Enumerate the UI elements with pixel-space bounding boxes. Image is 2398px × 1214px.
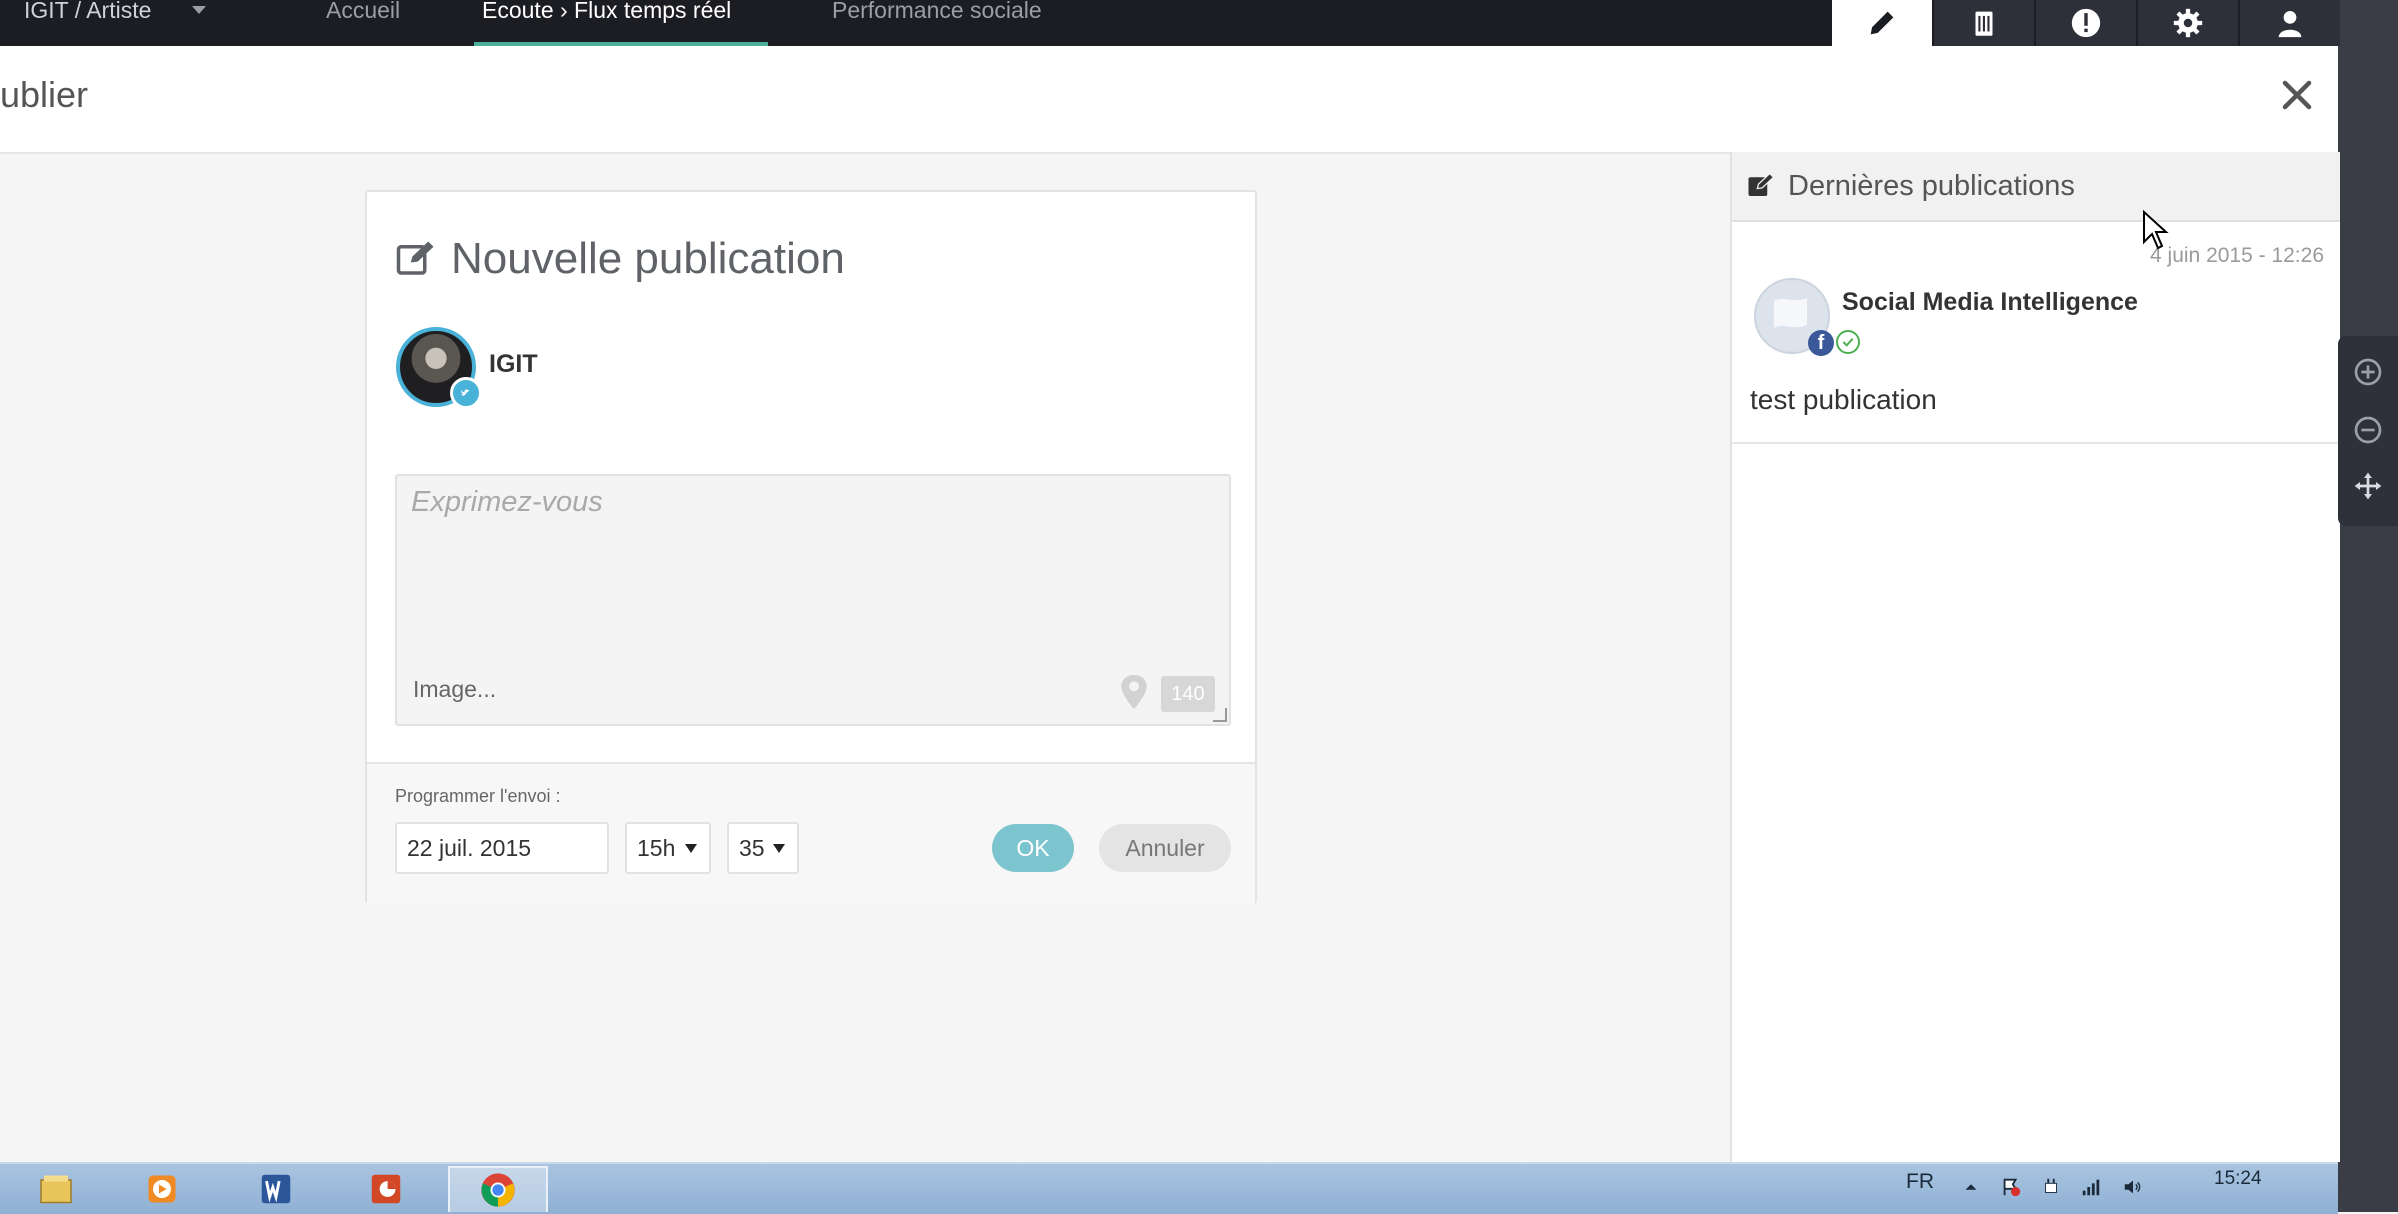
facebook-icon: f: [1808, 330, 1834, 356]
recent-publications-panel: Dernières publications 4 juin 2015 - 12:…: [1730, 152, 2340, 1162]
clock-time[interactable]: 15:24: [2214, 1168, 2262, 1190]
clipboard-icon: [1975, 11, 1993, 36]
alerts-button[interactable]: [2036, 0, 2136, 46]
taskbar: FR 15:24: [0, 1162, 2338, 1214]
publication-date: 4 juin 2015 - 12:26: [2150, 244, 2324, 267]
card-title-text: Nouvelle publication: [451, 234, 845, 283]
minute-value: 35: [739, 834, 765, 861]
gear-icon: [2173, 8, 2203, 38]
panel-header: Dernières publications: [1732, 152, 2340, 222]
character-counter: 140: [1161, 676, 1215, 712]
edit-icon: [396, 241, 434, 275]
taskbar-file-explorer[interactable]: [6, 1166, 106, 1212]
card-title: Nouvelle publication: [395, 234, 845, 284]
avatar[interactable]: [396, 327, 482, 409]
language-indicator[interactable]: FR: [1906, 1170, 1934, 1194]
nav-item-label: Accueil: [326, 0, 401, 23]
profile-button[interactable]: [2240, 0, 2340, 46]
dropdown-arrow-icon: [685, 844, 697, 853]
map-controls: [2338, 336, 2398, 526]
page-name: Social Media Intelligence: [1842, 288, 2138, 316]
dropdown-arrow-icon: [773, 844, 785, 853]
chevron-down-icon[interactable]: [192, 6, 206, 14]
nav-item-ecoute[interactable]: Ecoute › Flux temps réel: [482, 0, 731, 46]
publication-text: test publication: [1750, 384, 1937, 415]
taskbar-chrome[interactable]: [448, 1166, 548, 1212]
move-icon[interactable]: [2352, 470, 2384, 502]
account-switcher[interactable]: IGIT / Artiste: [24, 0, 151, 46]
user-icon: [2278, 10, 2302, 38]
location-pin-icon[interactable]: [1117, 672, 1151, 712]
settings-button[interactable]: [2138, 0, 2238, 46]
schedule-footer: Programmer l'envoi : 22 juil. 2015 15h 3…: [367, 762, 1255, 904]
twitter-badge: [450, 377, 482, 409]
hour-select[interactable]: 15h: [625, 822, 711, 874]
taskbar-media-player[interactable]: [112, 1166, 212, 1212]
publication-item[interactable]: 4 juin 2015 - 12:26 f Social Media Intel…: [1732, 224, 2340, 444]
zoom-out-icon[interactable]: [2352, 414, 2384, 446]
page-title: ublier: [0, 74, 89, 115]
power-plug-icon[interactable]: [2040, 1176, 2062, 1198]
word-icon: [261, 1174, 291, 1204]
signal-icon[interactable]: [2080, 1176, 2102, 1198]
alert-icon: [2071, 8, 2101, 38]
mouse-cursor-icon: [2143, 210, 2169, 250]
close-icon: [2282, 80, 2312, 110]
compose-button[interactable]: [1832, 0, 1932, 46]
edit-icon: [1748, 172, 1775, 196]
modal-header: ublier: [0, 46, 2338, 154]
account-name: IGIT: [489, 350, 538, 378]
volume-icon[interactable]: [2122, 1176, 2144, 1198]
ok-button[interactable]: OK: [992, 824, 1074, 872]
nav-item-label: Ecoute › Flux temps réel: [482, 0, 732, 23]
panel-title: Dernières publications: [1788, 169, 2075, 202]
nav-item-performance[interactable]: Performance sociale: [832, 0, 1042, 46]
close-button[interactable]: [2272, 70, 2322, 120]
date-value: 22 juil. 2015: [407, 834, 532, 861]
nav-item-label: Performance sociale: [832, 0, 1042, 23]
message-textarea[interactable]: Exprimez-vous Image... 140: [395, 474, 1231, 726]
cancel-button[interactable]: Annuler: [1099, 824, 1231, 872]
twitter-icon: [460, 389, 469, 397]
resize-handle[interactable]: [1213, 708, 1227, 722]
clipboard-button[interactable]: [1934, 0, 2034, 46]
zoom-in-icon[interactable]: [2352, 356, 2384, 388]
new-publication-card: Nouvelle publication IGIT Exprimez-vous …: [365, 190, 1257, 904]
nav-item-accueil[interactable]: Accueil: [326, 0, 400, 46]
image-upload-link[interactable]: Image...: [413, 676, 496, 703]
message-placeholder: Exprimez-vous: [411, 486, 603, 518]
check-circle-icon: [1836, 330, 1860, 354]
hour-value: 15h: [637, 834, 676, 861]
chrome-icon: [481, 1173, 515, 1207]
schedule-label: Programmer l'envoi :: [395, 786, 561, 806]
powerpoint-icon: [371, 1174, 401, 1204]
taskbar-powerpoint[interactable]: [336, 1166, 436, 1212]
right-edge-strip: [2338, 0, 2398, 1212]
minute-select[interactable]: 35: [727, 822, 799, 874]
pencil-icon: [1870, 11, 1894, 35]
chevron-up-icon[interactable]: [1960, 1176, 1982, 1198]
date-input[interactable]: 22 juil. 2015: [395, 822, 609, 874]
media-player-icon: [148, 1175, 176, 1203]
taskbar-word[interactable]: [226, 1166, 326, 1212]
action-center-flag-icon[interactable]: [2000, 1176, 2022, 1198]
file-explorer-icon: [40, 1175, 72, 1204]
account-switcher-label: IGIT / Artiste: [24, 0, 152, 23]
top-navigation-bar: IGIT / Artiste Accueil Ecoute › Flux tem…: [0, 0, 2340, 46]
